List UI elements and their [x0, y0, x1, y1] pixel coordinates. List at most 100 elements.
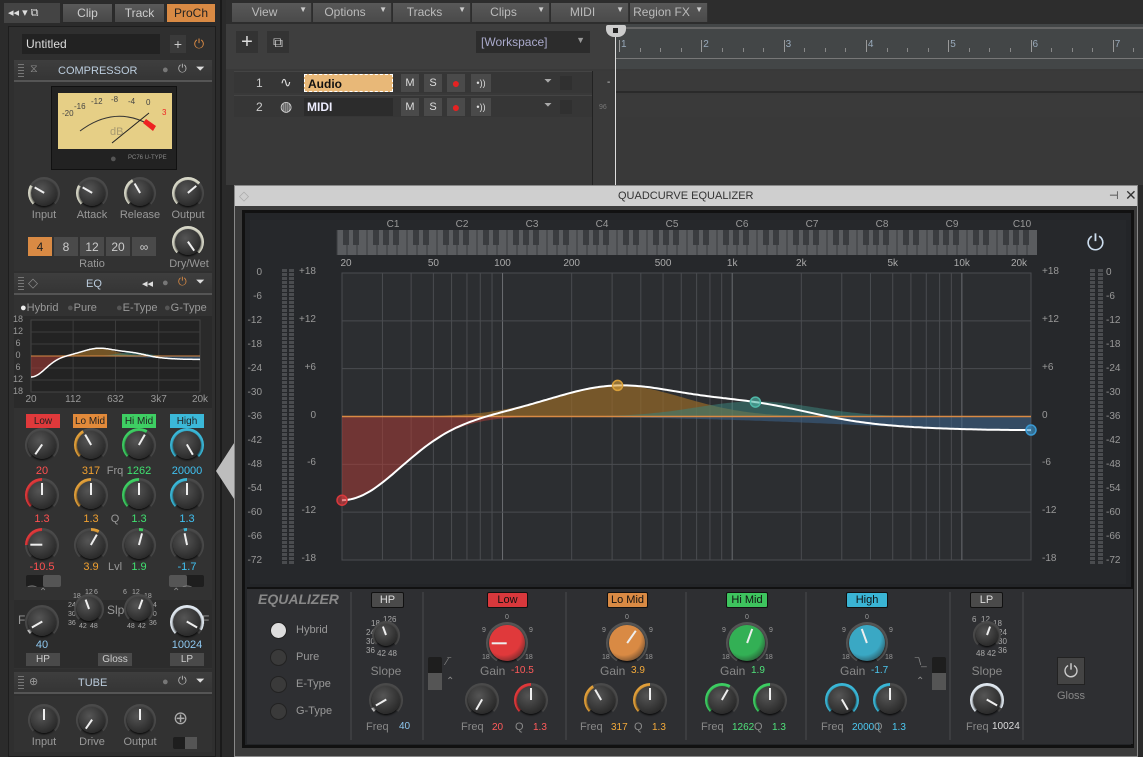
mode-etype[interactable]: ●E-Type [116, 302, 158, 314]
clip-lane-1[interactable] [616, 71, 1143, 93]
himid-band-button[interactable]: Hi Mid [726, 592, 768, 608]
himid-freq-knob[interactable] [705, 683, 739, 717]
mode-gtype[interactable]: ●G-Type [164, 302, 207, 314]
knob-cap[interactable] [77, 431, 105, 459]
lp-slope-knob[interactable] [124, 594, 154, 624]
high-gain-knob[interactable] [170, 528, 204, 562]
band-handle-high[interactable] [1025, 424, 1037, 436]
high-freq-knob[interactable] [825, 683, 859, 717]
himid-gain-knob[interactable] [726, 622, 768, 664]
power-icon[interactable]: ⏻ [178, 63, 187, 76]
knob-cap[interactable] [375, 624, 397, 646]
high-band-button[interactable]: High [846, 592, 888, 608]
menu-midi[interactable]: MIDI ▼ [551, 3, 629, 22]
lomid-q-knob[interactable] [74, 478, 108, 512]
knob-cap[interactable] [31, 180, 57, 206]
band-tag-himid[interactable]: Hi Mid [122, 414, 156, 428]
lomid-gain-knob[interactable] [74, 528, 108, 562]
record-arm-button[interactable]: ● [447, 98, 465, 116]
ratio-button-inf[interactable]: ∞ [132, 237, 156, 256]
lomid-freq-knob[interactable] [584, 683, 618, 717]
timeline-ruler[interactable]: 1 2 3 4 5 6 7 [615, 24, 1143, 69]
high-q-knob[interactable] [170, 478, 204, 512]
low-shape-toggle[interactable] [26, 575, 61, 587]
lp-button[interactable]: LP [170, 653, 204, 666]
lp-slope-knob[interactable] [973, 621, 1001, 649]
lp-freq-knob[interactable] [170, 605, 204, 639]
menu-options[interactable]: Options ▼ [313, 3, 392, 22]
input-echo-button[interactable]: •)) [471, 74, 491, 92]
low-gain-knob[interactable] [486, 622, 528, 664]
hp-freq-knob[interactable] [369, 683, 403, 717]
panel-nav-icons[interactable]: ◂◂ ▾ ⧉ [4, 3, 60, 23]
hp-slope-knob[interactable] [372, 621, 400, 649]
low-freq-knob[interactable] [465, 683, 499, 717]
hp-slope-knob[interactable] [74, 594, 104, 624]
solo-button[interactable]: S [424, 98, 442, 116]
toggle-thumb[interactable] [43, 575, 61, 587]
band-handle-himid[interactable] [749, 396, 762, 408]
menu-tracks[interactable]: Tracks ▼ [393, 3, 471, 22]
window-title-bar[interactable]: ◇ QUADCURVE EQUALIZER ⊣ ✕ [235, 186, 1137, 206]
record-arm-button[interactable]: ● [447, 74, 465, 92]
ratio-button-20[interactable]: 20 [106, 237, 130, 256]
hp-freq-knob[interactable] [25, 605, 59, 639]
input-echo-button[interactable]: •)) [471, 98, 491, 116]
clip-lane-2[interactable] [616, 95, 1143, 117]
ratio-button-12[interactable]: 12 [80, 237, 104, 256]
ratio-button-8[interactable]: 8 [54, 237, 78, 256]
add-module-button[interactable]: + [170, 35, 186, 53]
knob-cap[interactable] [173, 531, 201, 559]
high-shape-switch[interactable] [932, 657, 946, 690]
mute-button[interactable]: M [401, 74, 419, 92]
tab-proch[interactable]: ProCh [166, 3, 216, 23]
menu-view[interactable]: View ▼ [232, 3, 312, 22]
toggle-thumb[interactable] [185, 737, 197, 749]
toggle-thumb[interactable] [169, 575, 187, 587]
band-handle-low[interactable] [336, 494, 348, 506]
power-icon[interactable]: ⏻ [178, 675, 187, 688]
band-tag-lomid[interactable]: Lo Mid [73, 414, 107, 428]
low-gain-knob[interactable] [25, 528, 59, 562]
track-name-field[interactable]: MIDI [304, 98, 393, 116]
knob-cap[interactable] [77, 597, 101, 621]
knob-cap[interactable] [125, 531, 153, 559]
tab-clip[interactable]: Clip [62, 3, 113, 23]
lp-freq-knob[interactable] [970, 683, 1004, 717]
power-icon[interactable]: ⏻ [178, 276, 187, 289]
pin-icon[interactable]: ⊣ [1109, 189, 1119, 202]
grip-handle[interactable] [18, 64, 24, 78]
tube-drive-knob[interactable] [76, 704, 108, 736]
himid-freq-knob[interactable] [122, 428, 156, 462]
tube-output-knob[interactable] [124, 704, 156, 736]
input-knob[interactable] [28, 177, 60, 209]
lomid-band-button[interactable]: Lo Mid [607, 592, 648, 608]
duplicate-track-icon[interactable]: ⧉ [267, 31, 289, 53]
knob-cap[interactable] [587, 686, 615, 714]
lp-button[interactable]: LP [970, 592, 1003, 608]
expand-icon[interactable]: ⏷ [196, 276, 205, 289]
grip-handle[interactable] [18, 277, 24, 291]
ratio-button-4[interactable]: 4 [28, 237, 52, 256]
tube-header[interactable]: ⊕ TUBE ● ⏻ ⏷ [14, 672, 212, 694]
menu-clips[interactable]: Clips ▼ [472, 3, 550, 22]
add-track-button[interactable]: + [236, 31, 258, 53]
mode-radio-gtype[interactable] [270, 703, 287, 720]
tube-toggle[interactable] [173, 737, 197, 749]
high-shape-toggle[interactable] [169, 575, 204, 587]
low-q-knob[interactable] [514, 683, 548, 717]
eq-header[interactable]: ◇ EQ ◂◂ ● ⏻ ⏷ [14, 273, 212, 295]
lomid-gain-knob[interactable] [606, 622, 648, 664]
open-editor-icon[interactable]: ◂◂ [142, 277, 153, 290]
track-row-1[interactable]: 1 ∿ Audio M S ● •)) ⏷ [234, 71, 592, 93]
band-tag-high[interactable]: High [170, 414, 204, 428]
band-tag-low[interactable]: Low [26, 414, 60, 428]
himid-q-knob[interactable] [753, 683, 787, 717]
hp-button[interactable]: HP [26, 653, 60, 666]
expand-icon[interactable]: ⏷ [196, 675, 205, 688]
expand-icon[interactable]: ⏷ [544, 76, 552, 87]
attack-knob[interactable] [76, 177, 108, 209]
mode-pure[interactable]: ●Pure [67, 302, 97, 314]
himid-gain-knob[interactable] [122, 528, 156, 562]
drywet-knob[interactable] [172, 226, 204, 258]
